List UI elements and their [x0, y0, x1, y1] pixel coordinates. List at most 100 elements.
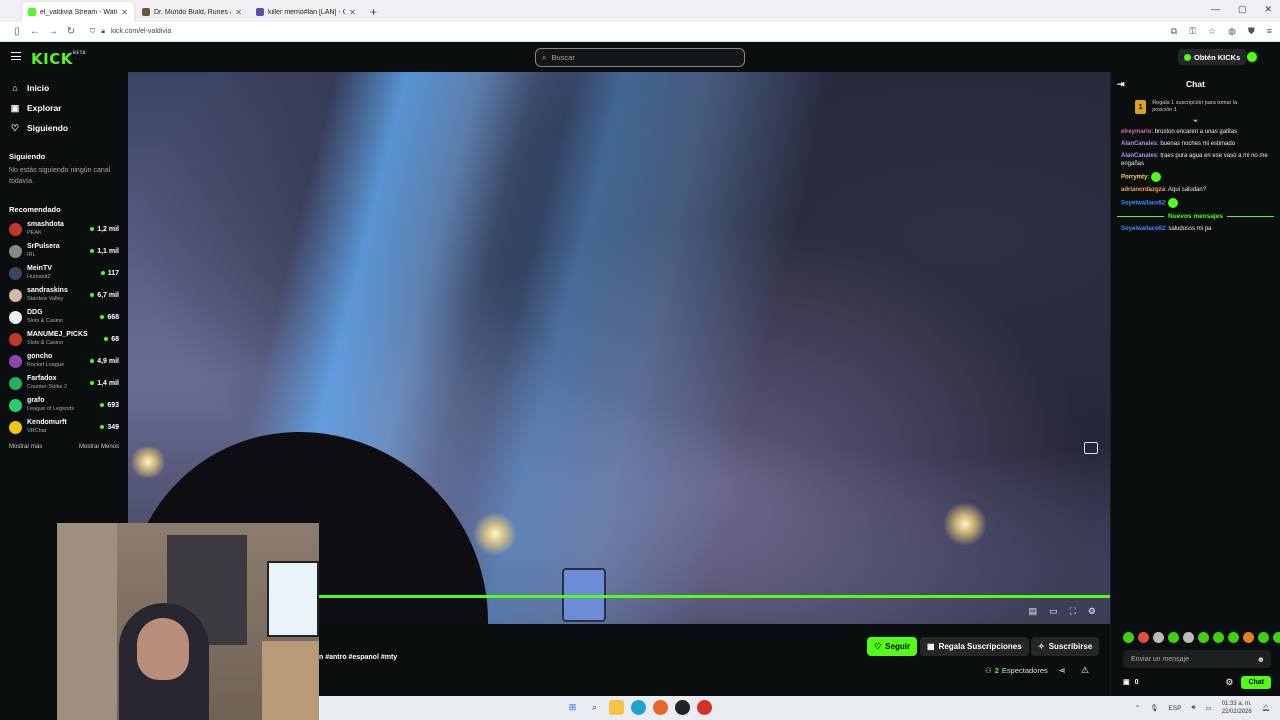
url-bar[interactable]: ⛉ 🔒︎ kick.com/el-valdivia	[90, 28, 171, 36]
clock[interactable]: 01:33 a. m. 22/02/2026	[1222, 700, 1252, 716]
emote-icon[interactable]	[1153, 632, 1164, 643]
chat-username[interactable]: Soyelwallace82	[1121, 226, 1165, 232]
chat-username[interactable]: AlanCanales	[1121, 153, 1157, 159]
windows-start-icon[interactable]: ⊞	[565, 700, 580, 715]
follow-button[interactable]: ♡ Seguir	[867, 637, 918, 656]
emote-icon[interactable]	[1168, 632, 1179, 643]
sidebar-nav-explorar[interactable]: ▣ Explorar	[0, 98, 128, 118]
account-icon[interactable]: ◍	[1228, 26, 1236, 37]
tab-favicon-icon	[256, 8, 264, 16]
emote-icon[interactable]	[1213, 632, 1224, 643]
recommended-channel[interactable]: sandraskins Stardew Valley 6,7 mil	[0, 284, 128, 306]
chat-message-input[interactable]: Enviar un mensaje ☻	[1123, 650, 1271, 668]
gift-leaderboard-banner[interactable]: 1 Regala 1 suscripción para tomar la pos…	[1111, 96, 1280, 118]
menu-icon[interactable]: ≡	[1267, 26, 1272, 37]
sidebar-toggle-icon[interactable]: ▯	[8, 26, 26, 37]
theater-mode-icon[interactable]: ▭	[1049, 606, 1058, 617]
recommended-channel[interactable]: goncho Rocket League 4,9 mil	[0, 350, 128, 372]
channel-points[interactable]: ▣ 0	[1123, 678, 1139, 687]
close-tab-icon[interactable]: ✕	[121, 8, 128, 17]
collapse-chat-icon[interactable]: ⇥	[1117, 79, 1125, 90]
settings-icon[interactable]: ⚙	[1088, 606, 1096, 617]
recommended-channel[interactable]: MeinTV HumanitZ 117	[0, 262, 128, 284]
kick-logo[interactable]: KICKBETA	[31, 50, 86, 68]
bookmark-star-icon[interactable]: ☆	[1208, 26, 1216, 37]
emote-icon[interactable]	[1138, 632, 1149, 643]
emote-icon[interactable]	[1123, 632, 1134, 643]
emote-icon[interactable]	[1273, 632, 1280, 643]
subscribe-button[interactable]: ✧ Suscribirse	[1031, 637, 1100, 656]
picture-in-picture-icon[interactable]	[1084, 442, 1098, 454]
menu-hamburger-icon[interactable]	[11, 52, 21, 60]
minimize-icon[interactable]: —	[1211, 4, 1220, 15]
extensions-icon[interactable]: ⧉	[1171, 26, 1177, 37]
send-chat-button[interactable]: Chat	[1241, 675, 1271, 689]
shield-browser-icon[interactable]: ⛊	[1248, 26, 1255, 37]
chat-username[interactable]: adrianordazgza	[1121, 187, 1165, 193]
sidebar-nav-inicio[interactable]: ⌂ Inicio	[0, 78, 128, 98]
close-window-icon[interactable]: ✕	[1264, 4, 1272, 15]
webcam-monitor	[267, 561, 319, 637]
recommended-channel[interactable]: Kendomurft VRChat 349	[0, 416, 128, 438]
live-dot-icon	[100, 403, 105, 407]
chat-settings-icon[interactable]: ⚙	[1225, 677, 1233, 688]
recommended-channel[interactable]: DDG Slots & Casino 668	[0, 306, 128, 328]
recommended-channel[interactable]: Farfadox Counter-Strike 2 1,4 mil	[0, 372, 128, 394]
search-input[interactable]: ⌕ Buscar	[535, 48, 745, 67]
emote-icon[interactable]	[1198, 632, 1209, 643]
show-less-link[interactable]: Mostrar Menos	[79, 444, 119, 450]
clip-icon[interactable]: ▤	[1029, 606, 1038, 617]
chevron-down-icon[interactable]: ⏷	[1111, 118, 1280, 126]
reload-icon[interactable]: ↻	[62, 26, 80, 37]
sidebar-nav-siguiendo[interactable]: ♡ Siguiendo	[0, 118, 128, 138]
edge-icon[interactable]	[631, 700, 646, 715]
chrome-icon[interactable]	[697, 700, 712, 715]
app-icon[interactable]	[675, 700, 690, 715]
search-icon: ⌕	[542, 52, 547, 62]
share-icon[interactable]: ⋖	[1059, 666, 1066, 675]
recommended-channel[interactable]: smashdota PEAK 1,2 mil	[0, 218, 128, 240]
fullscreen-icon[interactable]: ⛶	[1070, 606, 1076, 617]
battery-icon[interactable]: ▭	[1206, 704, 1212, 712]
recommended-channel[interactable]: MANUMEJ_PICKS Slots & Casino 68	[0, 328, 128, 350]
chevron-up-icon[interactable]: ⌃	[1135, 704, 1140, 712]
mic-icon[interactable]: 🎙︎	[1150, 704, 1158, 712]
close-tab-icon[interactable]: ✕	[235, 8, 242, 17]
emoji-picker-icon[interactable]: ☻	[1257, 655, 1265, 664]
forward-icon[interactable]: →	[44, 26, 62, 37]
notifications-icon[interactable]: 🔔︎	[1262, 704, 1270, 712]
emote-icon[interactable]	[1258, 632, 1269, 643]
volume-icon[interactable]: 🔊︎	[1191, 704, 1195, 712]
chat-username[interactable]: Porrymty	[1121, 175, 1147, 181]
gift-subs-button[interactable]: ▦ Regala Suscripciones	[920, 637, 1029, 656]
firefox-icon[interactable]	[653, 700, 668, 715]
chat-username[interactable]: Soyelwallace82	[1121, 201, 1165, 207]
emote-icon[interactable]	[1228, 632, 1239, 643]
chat-username[interactable]: elreymario	[1121, 129, 1151, 135]
get-kicks-button[interactable]: Obtén KICKs	[1178, 49, 1247, 65]
language-indicator[interactable]: ESP	[1168, 705, 1181, 712]
maximize-icon[interactable]: ▢	[1238, 4, 1247, 15]
channel-name: MeinTV	[27, 265, 52, 272]
search-taskbar-icon[interactable]: ⌕	[587, 700, 602, 715]
browser-tab[interactable]: el_valdivia Stream - Watch ✕	[22, 2, 134, 22]
file-explorer-icon[interactable]	[609, 700, 624, 715]
emote-icon[interactable]	[1183, 632, 1194, 643]
url-text: kick.com/el-valdivia	[110, 28, 172, 35]
back-icon[interactable]: ←	[26, 26, 44, 37]
key-icon[interactable]: ⚿	[1189, 26, 1196, 37]
chat-input-placeholder: Enviar un mensaje	[1131, 655, 1189, 663]
emote-icon[interactable]	[1243, 632, 1254, 643]
chat-username[interactable]: AlanCanales	[1121, 141, 1157, 147]
recommended-channel[interactable]: grafo League of Legends 693	[0, 394, 128, 416]
home-icon: ⌂	[12, 83, 18, 93]
channel-category: League of Legends	[27, 406, 75, 412]
browser-tab[interactable]: killer memo#lan [LAN] - Champ✕	[250, 2, 362, 22]
new-tab-button[interactable]: +	[364, 2, 383, 22]
show-more-link[interactable]: Mostrar más	[9, 444, 42, 450]
recommended-channel[interactable]: SrPulsera IRL 1,1 mil	[0, 240, 128, 262]
browser-tab[interactable]: Dr. Mundo Build, Runes & Cou ✕	[136, 2, 248, 22]
close-tab-icon[interactable]: ✕	[349, 8, 356, 17]
report-icon[interactable]: ⚠	[1081, 665, 1089, 676]
user-avatar[interactable]	[1245, 50, 1259, 64]
